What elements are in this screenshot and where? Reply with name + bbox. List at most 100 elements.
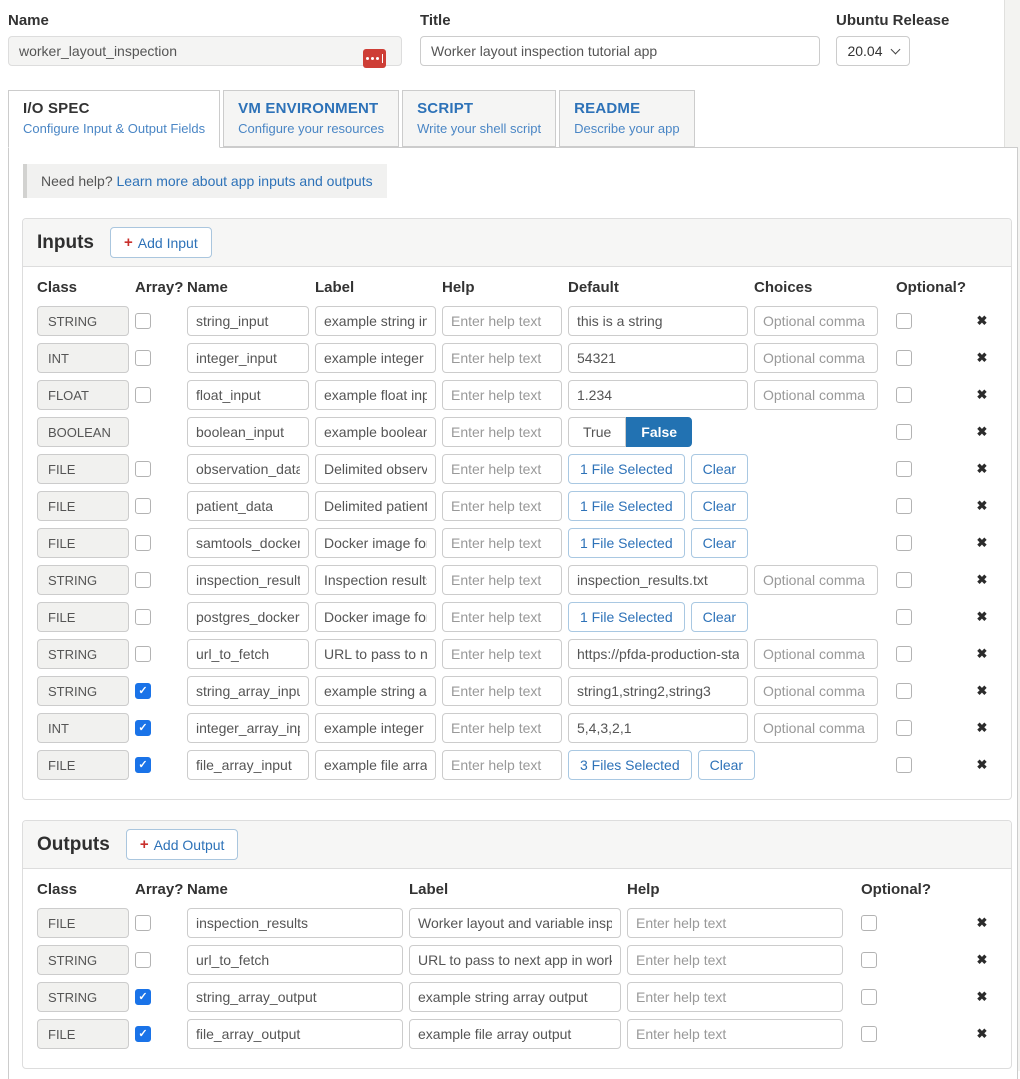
remove-row-button[interactable]: ✖ (977, 1026, 988, 1041)
field-label-input[interactable] (315, 454, 436, 484)
field-choices-input[interactable] (754, 343, 878, 373)
tab-io-spec[interactable]: I/O SPEC Configure Input & Output Fields (8, 90, 220, 148)
class-select[interactable]: FILE (37, 454, 129, 484)
file-selected-button[interactable]: 1 File Selected (568, 491, 685, 521)
optional-checkbox[interactable] (896, 461, 912, 477)
optional-checkbox[interactable] (861, 1026, 877, 1042)
optional-checkbox[interactable] (896, 498, 912, 514)
field-default-input[interactable] (568, 306, 748, 336)
file-selected-button[interactable]: 1 File Selected (568, 454, 685, 484)
title-input[interactable] (420, 36, 820, 66)
field-help-input[interactable] (442, 602, 562, 632)
remove-row-button[interactable]: ✖ (977, 424, 988, 439)
field-default-input[interactable] (568, 713, 748, 743)
class-select[interactable]: STRING (37, 639, 129, 669)
remove-row-button[interactable]: ✖ (977, 313, 988, 328)
class-select[interactable]: INT (37, 713, 129, 743)
clear-button[interactable]: Clear (691, 528, 748, 558)
clear-button[interactable]: Clear (691, 602, 748, 632)
array-checkbox[interactable] (135, 350, 151, 366)
optional-checkbox[interactable] (861, 952, 877, 968)
optional-checkbox[interactable] (861, 915, 877, 931)
remove-row-button[interactable]: ✖ (977, 350, 988, 365)
tab-vm-environment[interactable]: VM ENVIRONMENT Configure your resources (223, 90, 399, 147)
optional-checkbox[interactable] (896, 609, 912, 625)
field-label-input[interactable] (315, 713, 436, 743)
field-choices-input[interactable] (754, 565, 878, 595)
field-choices-input[interactable] (754, 676, 878, 706)
field-name-input[interactable] (187, 380, 309, 410)
file-selected-button[interactable]: 1 File Selected (568, 528, 685, 558)
field-default-input[interactable] (568, 639, 748, 669)
file-selected-button[interactable]: 3 Files Selected (568, 750, 692, 780)
field-help-input[interactable] (442, 528, 562, 558)
array-checkbox[interactable] (135, 387, 151, 403)
field-label-input[interactable] (315, 639, 436, 669)
array-checkbox[interactable] (135, 646, 151, 662)
field-label-input[interactable] (409, 1019, 621, 1049)
array-checkbox[interactable] (135, 915, 151, 931)
clear-button[interactable]: Clear (698, 750, 755, 780)
optional-checkbox[interactable] (896, 424, 912, 440)
add-output-button[interactable]: + Add Output (126, 829, 239, 860)
field-choices-input[interactable] (754, 380, 878, 410)
optional-checkbox[interactable] (896, 683, 912, 699)
remove-row-button[interactable]: ✖ (977, 720, 988, 735)
field-name-input[interactable] (187, 982, 403, 1012)
field-label-input[interactable] (409, 982, 621, 1012)
field-choices-input[interactable] (754, 713, 878, 743)
remove-row-button[interactable]: ✖ (977, 989, 988, 1004)
array-checkbox[interactable] (135, 498, 151, 514)
field-name-input[interactable] (187, 491, 309, 521)
array-checkbox[interactable] (135, 572, 151, 588)
optional-checkbox[interactable] (896, 350, 912, 366)
field-help-input[interactable] (442, 454, 562, 484)
remove-row-button[interactable]: ✖ (977, 572, 988, 587)
field-name-input[interactable] (187, 713, 309, 743)
remove-row-button[interactable]: ✖ (977, 646, 988, 661)
array-checkbox[interactable] (135, 461, 151, 477)
array-checkbox[interactable]: ✓ (135, 1026, 151, 1042)
field-label-input[interactable] (315, 602, 436, 632)
field-help-input[interactable] (627, 982, 843, 1012)
field-help-input[interactable] (442, 380, 562, 410)
remove-row-button[interactable]: ✖ (977, 535, 988, 550)
ubuntu-release-select[interactable]: 20.04 (836, 36, 910, 66)
field-label-input[interactable] (315, 306, 436, 336)
clear-button[interactable]: Clear (691, 454, 748, 484)
remove-row-button[interactable]: ✖ (977, 609, 988, 624)
field-choices-input[interactable] (754, 306, 878, 336)
field-label-input[interactable] (409, 945, 621, 975)
tab-script[interactable]: SCRIPT Write your shell script (402, 90, 556, 147)
field-choices-input[interactable] (754, 639, 878, 669)
class-select[interactable]: FILE (37, 602, 129, 632)
help-link[interactable]: Learn more about app inputs and outputs (117, 173, 373, 189)
field-help-input[interactable] (442, 491, 562, 521)
class-select[interactable]: STRING (37, 676, 129, 706)
optional-checkbox[interactable] (896, 313, 912, 329)
class-select[interactable]: FILE (37, 1019, 129, 1049)
class-select[interactable]: FLOAT (37, 380, 129, 410)
class-select[interactable]: STRING (37, 306, 129, 336)
field-name-input[interactable] (187, 1019, 403, 1049)
class-select[interactable]: FILE (37, 750, 129, 780)
class-select[interactable]: INT (37, 343, 129, 373)
array-checkbox[interactable] (135, 952, 151, 968)
field-help-input[interactable] (442, 306, 562, 336)
class-select[interactable]: STRING (37, 945, 129, 975)
optional-checkbox[interactable] (896, 720, 912, 736)
field-help-input[interactable] (442, 565, 562, 595)
class-select[interactable]: BOOLEAN (37, 417, 129, 447)
boolean-true-button[interactable]: True (568, 417, 626, 447)
optional-checkbox[interactable] (896, 572, 912, 588)
field-name-input[interactable] (187, 565, 309, 595)
field-help-input[interactable] (627, 1019, 843, 1049)
array-checkbox[interactable]: ✓ (135, 989, 151, 1005)
field-name-input[interactable] (187, 417, 309, 447)
field-name-input[interactable] (187, 639, 309, 669)
field-label-input[interactable] (409, 908, 621, 938)
field-name-input[interactable] (187, 343, 309, 373)
field-default-input[interactable] (568, 343, 748, 373)
array-checkbox[interactable] (135, 535, 151, 551)
tab-readme[interactable]: README Describe your app (559, 90, 695, 147)
